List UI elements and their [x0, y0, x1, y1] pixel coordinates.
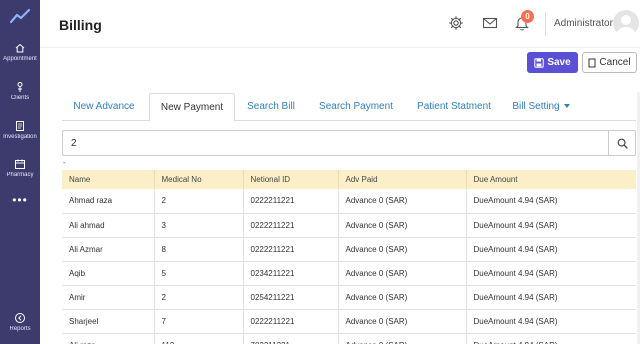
cell-adv-paid: Advance 0 (SAR): [337, 213, 466, 238]
cell-name: Aqib: [62, 261, 154, 286]
tab-search-bill[interactable]: Search Bill: [238, 93, 304, 121]
cell-medical-no: 5: [153, 261, 243, 286]
tab-patient-statment[interactable]: Patient Statment: [408, 93, 500, 121]
cell-national-id: 0222211221: [242, 213, 338, 238]
tab-search-payment[interactable]: Search Payment: [309, 93, 403, 121]
table-row[interactable]: Amir 2 0254211221 Advance 0 (SAR) DueAmount …: [62, 285, 636, 310]
cell-medical-no: 8: [153, 237, 243, 262]
cell-medical-no: 112: [153, 333, 243, 344]
tab-new-payment[interactable]: New Payment: [149, 93, 235, 122]
sidebar-item-investigation[interactable]: Investigation: [0, 120, 40, 140]
save-button-label: Save: [547, 57, 571, 68]
user-name[interactable]: Administrator: [554, 18, 613, 29]
cell-name: Ali ahmad: [62, 213, 154, 238]
cell-due-amount: DueAmount 4.94 (SAR): [465, 189, 636, 214]
search-input[interactable]: [63, 131, 609, 155]
patients-table: Name Medical No Netional ID Adv Paid Due…: [62, 170, 636, 344]
table-row[interactable]: Ahmad raza 2 0222211221 Advance 0 (SAR) DueA…: [62, 189, 636, 214]
cell-medical-no: 2: [153, 189, 243, 214]
cell-due-amount: DueAmount 4.94 (SAR): [465, 309, 636, 334]
calendar-icon: [15, 159, 25, 169]
column-header-due-amount[interactable]: Due Amount: [465, 170, 636, 189]
cell-due-amount: DueAmount 4.94 (SAR): [465, 213, 636, 238]
caret-down-icon: [563, 104, 570, 109]
sidebar-item-appointment[interactable]: Appointment: [0, 42, 40, 62]
home-icon: [15, 43, 25, 53]
sidebar-item-clients[interactable]: Clients: [0, 81, 40, 101]
mail-icon[interactable]: [482, 15, 498, 31]
table-row[interactable]: Ali raza112782211221Advance 0 (SAR)DueAm…: [62, 333, 636, 344]
cell-due-amount: DueAmount 4.94 (SAR): [465, 333, 636, 344]
sidebar-item-label: Appointment: [3, 56, 37, 62]
tab-bill-setting[interactable]: Bill Setting: [508, 93, 574, 121]
sidebar-item-reports[interactable]: Reports: [0, 312, 40, 332]
tab-bill-setting-label: Bill Setting: [512, 101, 560, 112]
tab-new-advance[interactable]: New Advance: [62, 93, 146, 121]
cell-medical-no: 3: [153, 213, 243, 238]
user-avatar-icon: [616, 15, 636, 36]
cell-medical-no: 7: [153, 309, 243, 334]
table-row[interactable]: Ali ahmad 3 0222211221 Advance 0 (SAR) DueAm…: [62, 213, 636, 238]
document-icon: [16, 121, 24, 131]
cell-name: Amir: [62, 285, 154, 310]
sidebar-item-label: Clients: [10, 95, 30, 101]
result-marker: -: [63, 158, 66, 167]
cell-name: Ali raza: [62, 333, 154, 344]
table-row[interactable]: Aqib 5 0234211221 Advance 0 (SAR) DueAmount …: [62, 261, 636, 286]
billing-tabs: New Advance New Payment Search Bill Sear…: [62, 93, 636, 122]
top-header: Billing 0 Administrator: [40, 0, 640, 48]
cell-adv-paid: Advance 0 (SAR): [337, 189, 466, 214]
avatar[interactable]: [613, 10, 639, 36]
column-header-adv-paid[interactable]: Adv Paid: [337, 170, 466, 189]
gear-icon[interactable]: [448, 15, 464, 31]
sidebar-item-label: Pharmacy: [6, 172, 34, 178]
cell-national-id: 0222211221: [242, 189, 338, 214]
column-header-name[interactable]: Name: [62, 170, 154, 189]
cell-adv-paid: Advance 0 (SAR): [337, 333, 466, 344]
more-menu-icon[interactable]: •••: [0, 194, 40, 206]
cell-due-amount: DueAmount 4.94 (SAR): [465, 261, 636, 286]
cell-due-amount: DueAmount 4.94 (SAR): [465, 237, 636, 262]
page-title: Billing: [59, 17, 102, 33]
app-logo-icon[interactable]: [10, 8, 30, 24]
table-row[interactable]: Ali Azmar 8 0222211221 Advance 0 (SAR) DueAm…: [62, 237, 636, 262]
column-header-medical-no[interactable]: Medical No: [153, 170, 243, 189]
table-body: Ahmad raza 2 0222211221 Advance 0 (SAR) DueA…: [62, 189, 636, 344]
cell-adv-paid: Advance 0 (SAR): [337, 261, 466, 286]
cell-adv-paid: Advance 0 (SAR): [337, 237, 466, 262]
column-header-national-id[interactable]: Netional ID: [242, 170, 338, 189]
search-icon: [617, 138, 628, 149]
cell-name: Ahmad raza: [62, 189, 154, 214]
floppy-disk-icon: [534, 57, 545, 68]
save-button[interactable]: Save: [527, 52, 578, 73]
search-button[interactable]: [608, 131, 635, 155]
sidebar-item-pharmacy[interactable]: Pharmacy: [0, 158, 40, 178]
cell-name: Sharjeel: [62, 309, 154, 334]
cancel-button[interactable]: Cancel: [582, 52, 637, 73]
header-divider: [545, 12, 546, 36]
cell-adv-paid: Advance 0 (SAR): [337, 285, 466, 310]
cell-national-id: 782211221: [242, 333, 338, 344]
cell-national-id: 0222211221: [242, 237, 338, 262]
cell-due-amount: DueAmount 4.94 (SAR): [465, 285, 636, 310]
cell-national-id: 0234211221: [242, 261, 338, 286]
cell-national-id: 0254211221: [242, 285, 338, 310]
reports-icon: [15, 313, 25, 323]
cell-name: Ali Azmar: [62, 237, 154, 262]
person-icon: [17, 82, 23, 92]
search-box: [62, 130, 636, 156]
cancel-button-label: Cancel: [599, 57, 631, 68]
table-header-row: Name Medical No Netional ID Adv Paid Due…: [62, 170, 636, 189]
cancel-icon: [588, 58, 596, 67]
cell-medical-no: 2: [153, 285, 243, 310]
cell-adv-paid: Advance 0 (SAR): [337, 309, 466, 334]
sidebar: Appointment Clients Investigation Pharma…: [0, 0, 40, 344]
table-row[interactable]: Sharjeel 7 0222211221 Advance 0 (SAR) DueAmo…: [62, 309, 636, 334]
cell-national-id: 0222211221: [242, 309, 338, 334]
notification-badge: 0: [521, 10, 534, 23]
sidebar-item-label: Investigation: [3, 134, 37, 140]
sidebar-item-label: Reports: [9, 326, 31, 332]
